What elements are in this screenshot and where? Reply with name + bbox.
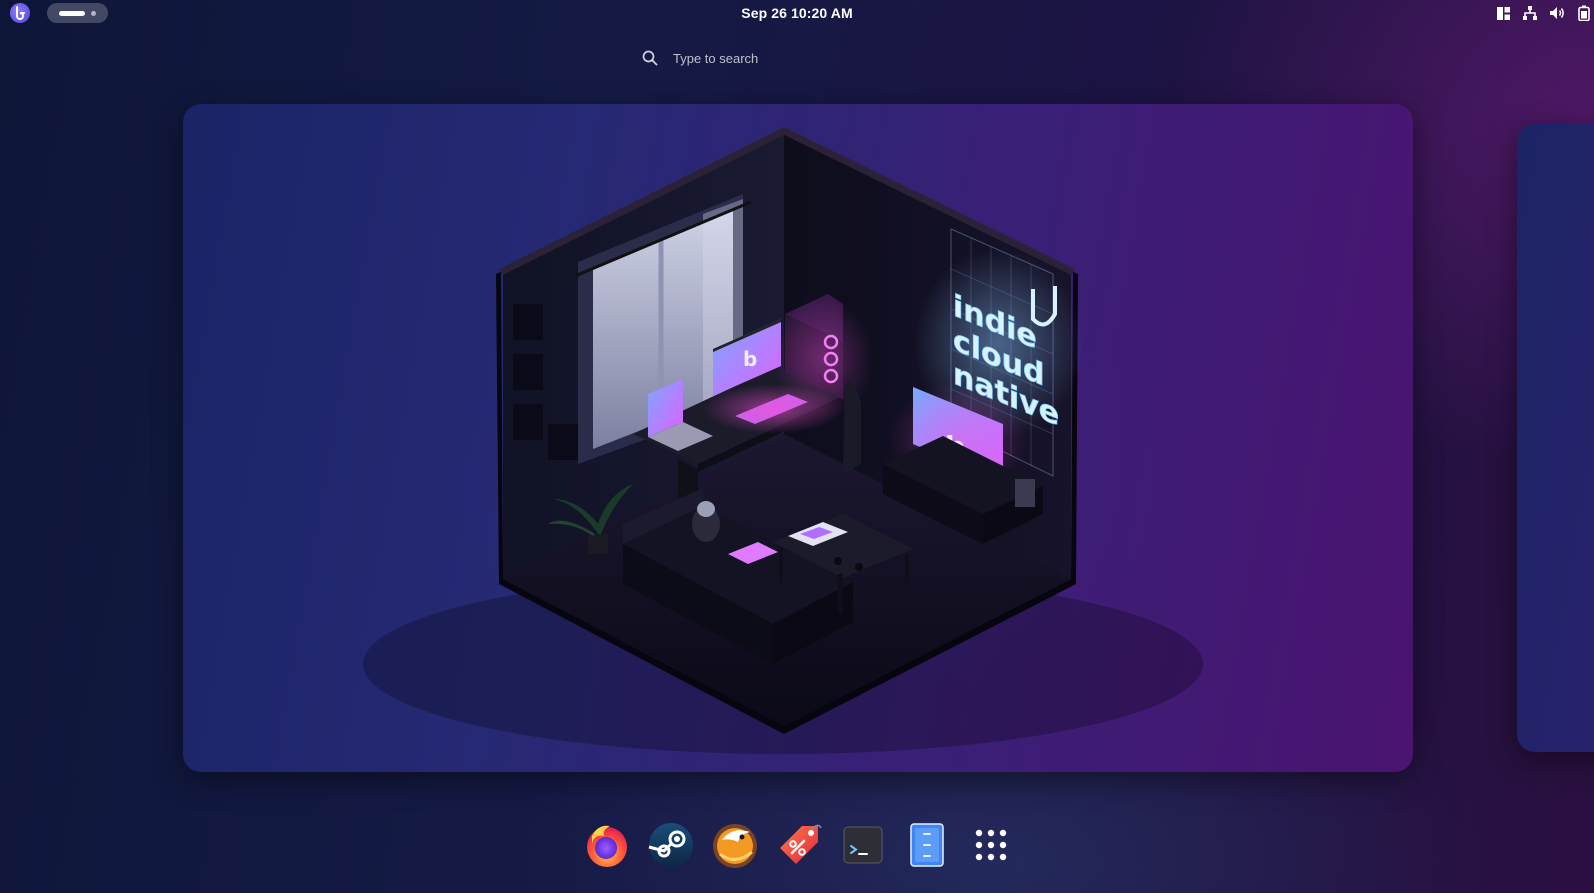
workspace-dot-active[interactable] (59, 11, 85, 16)
file-manager-icon (910, 823, 944, 867)
top-bar: Sep 26 10:20 AM (0, 0, 1594, 26)
search-icon (642, 50, 658, 66)
search-bar[interactable] (628, 42, 968, 74)
workspace-indicator[interactable] (47, 3, 108, 23)
steam-icon (648, 823, 693, 867)
dock-item-firefox[interactable] (580, 818, 634, 872)
dock-item-lutris[interactable] (708, 818, 762, 872)
dash-dock (580, 818, 1028, 872)
dock-item-files[interactable] (900, 818, 954, 872)
terminal-icon (843, 826, 883, 864)
clock-container: Sep 26 10:20 AM (0, 5, 1594, 21)
window-layout-icon[interactable] (1493, 3, 1513, 23)
lutris-icon (713, 824, 757, 868)
activities-logo-icon[interactable] (10, 3, 30, 23)
dock-item-terminal[interactable] (836, 818, 890, 872)
dock-item-steam[interactable] (644, 818, 698, 872)
dock-item-show-apps[interactable] (964, 818, 1018, 872)
battery-icon[interactable] (1574, 3, 1594, 23)
price-tag-icon (780, 824, 822, 864)
workspace-thumbnail-next[interactable] (1517, 124, 1594, 752)
workspace-thumbnail-current[interactable]: b indie cloud native (183, 104, 1413, 772)
date-time-clock[interactable]: Sep 26 10:20 AM (741, 5, 852, 21)
volume-icon[interactable] (1547, 3, 1567, 23)
wallpaper-isometric-room: b indie cloud native (363, 127, 1203, 754)
app-grid-icon (975, 829, 1007, 861)
workspace-dot-inactive[interactable] (91, 11, 96, 16)
system-tray[interactable] (1486, 3, 1594, 23)
search-input[interactable] (671, 49, 955, 67)
svg-text:b: b (743, 347, 757, 371)
firefox-icon (587, 825, 627, 867)
dock-item-deals[interactable] (772, 818, 826, 872)
network-icon[interactable] (1520, 3, 1540, 23)
